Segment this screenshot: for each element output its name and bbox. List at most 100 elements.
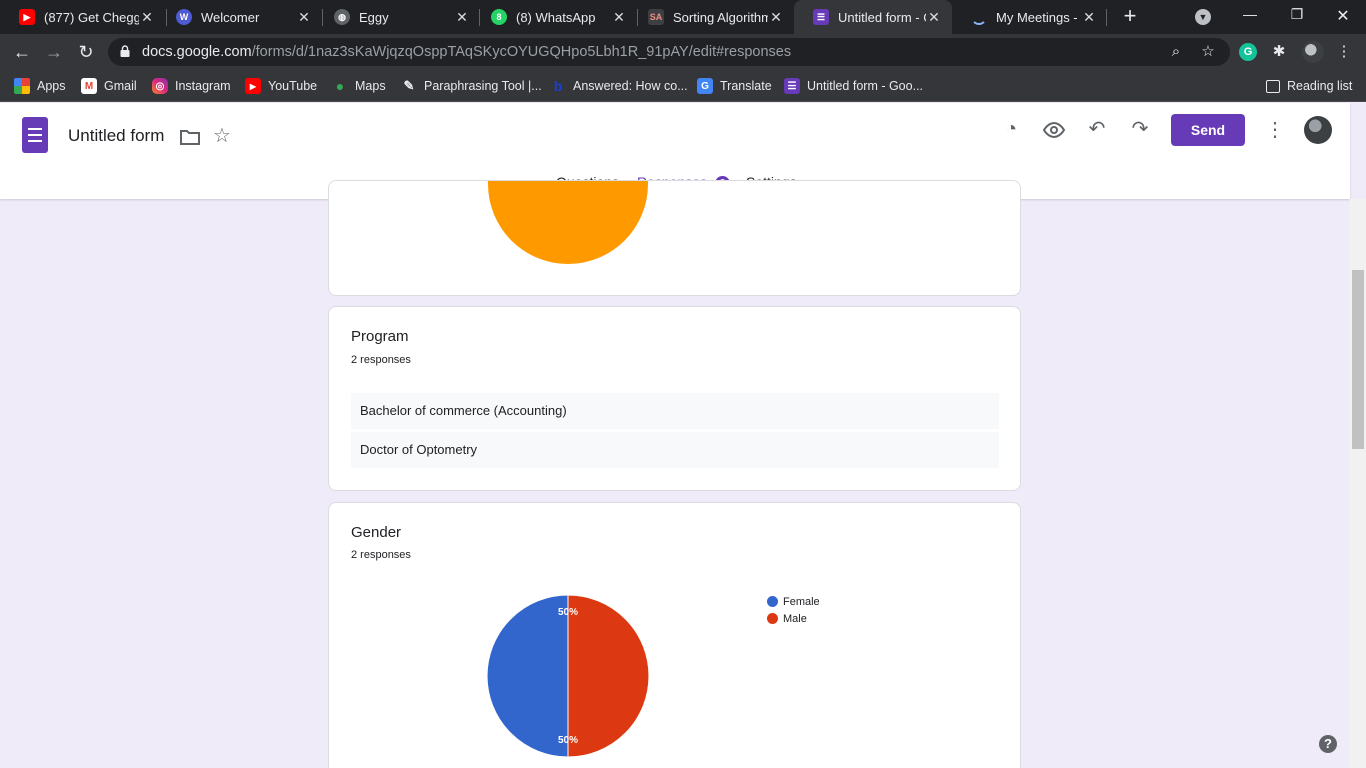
google-forms-icon[interactable] bbox=[22, 117, 48, 153]
close-icon[interactable]: ✕ bbox=[454, 9, 470, 26]
bookmarks-bar: Apps M Gmail ◎ Instagram ▶ YouTube ● Map… bbox=[0, 70, 1366, 102]
browser-tab[interactable]: 8 (8) WhatsApp ✕ bbox=[472, 0, 637, 34]
pie-slice bbox=[488, 181, 648, 264]
chart-legend: Female Male bbox=[767, 593, 820, 627]
browser-tab[interactable]: W Welcomer ✕ bbox=[157, 0, 322, 34]
profile-avatar[interactable] bbox=[1302, 41, 1324, 63]
minimize-button[interactable]: — bbox=[1238, 6, 1262, 22]
close-icon[interactable]: ✕ bbox=[139, 9, 155, 26]
browser-tab[interactable]: SA Sorting Algorithm ✕ bbox=[629, 0, 794, 34]
send-button[interactable]: Send bbox=[1171, 114, 1245, 146]
bartleby-icon: b bbox=[553, 78, 563, 94]
redo-icon[interactable]: ↷ bbox=[1128, 117, 1152, 141]
url-host: docs.google.com bbox=[142, 44, 252, 60]
bookmark-label: Answered: How co... bbox=[573, 79, 688, 93]
response-item: Bachelor of commerce (Accounting) bbox=[351, 393, 999, 429]
bookmark-label: Untitled form - Goo... bbox=[807, 79, 924, 93]
bookmark-star-icon[interactable]: ☆ bbox=[1199, 43, 1217, 61]
translate-icon: G bbox=[697, 78, 713, 94]
help-icon[interactable]: ? bbox=[1319, 735, 1337, 753]
legend-swatch bbox=[767, 613, 778, 624]
browser-tab-active[interactable]: ☰ Untitled form - Go ✕ bbox=[794, 0, 952, 34]
tab-title: (8) WhatsApp bbox=[516, 9, 596, 25]
forward-button[interactable]: → bbox=[43, 41, 65, 63]
bookmark-apps[interactable]: Apps bbox=[14, 76, 66, 96]
gender-card: Gender 2 responses 50% 50% Female Male bbox=[328, 502, 1021, 768]
tab-separator bbox=[1106, 9, 1107, 26]
instagram-icon: ◎ bbox=[152, 78, 168, 94]
bookmark-label: Paraphrasing Tool |... bbox=[424, 79, 542, 93]
bookmark-label: Translate bbox=[720, 79, 772, 93]
menu-icon[interactable]: ⋮ bbox=[1335, 43, 1353, 61]
browser-tab[interactable]: ◍ Eggy ✕ bbox=[315, 0, 480, 34]
whatsapp-icon: 8 bbox=[491, 9, 507, 25]
youtube-icon: ▶ bbox=[245, 78, 261, 94]
tab-title: Eggy bbox=[359, 9, 389, 25]
tab-search-button[interactable]: ▼ bbox=[1195, 9, 1211, 25]
response-item: Doctor of Optometry bbox=[351, 432, 999, 468]
bookmark-label: Gmail bbox=[104, 79, 137, 93]
bookmark-untitled-form[interactable]: ☰ Untitled form - Goo... bbox=[784, 76, 923, 96]
legend-swatch bbox=[767, 596, 778, 607]
extensions-icon[interactable]: ✱ bbox=[1270, 43, 1288, 61]
browser-tab[interactable]: My Meetings - Zo ✕ bbox=[952, 0, 1107, 34]
bookmark-gmail[interactable]: M Gmail bbox=[81, 76, 137, 96]
bookmark-label: YouTube bbox=[268, 79, 318, 93]
bookmark-label: Instagram bbox=[175, 79, 231, 93]
reading-list-button[interactable]: Reading list bbox=[1266, 76, 1352, 96]
undo-icon[interactable]: ↶ bbox=[1085, 117, 1109, 141]
pie-slice-male bbox=[567, 594, 650, 758]
response-count: 2 responses bbox=[351, 549, 411, 561]
reload-button[interactable]: ↻ bbox=[75, 41, 97, 63]
welcomer-icon: W bbox=[176, 9, 192, 25]
pie-data-label-female: 50% bbox=[558, 735, 578, 746]
bookmark-instagram[interactable]: ◎ Instagram bbox=[152, 76, 231, 96]
close-icon[interactable]: ✕ bbox=[768, 9, 784, 26]
bookmark-paraphrasing[interactable]: ✎ Paraphrasing Tool |... bbox=[401, 76, 542, 96]
previous-question-card bbox=[328, 180, 1021, 296]
bookmark-maps[interactable]: ● Maps bbox=[332, 76, 386, 96]
bookmark-label: Apps bbox=[37, 79, 66, 93]
tab-title: Sorting Algorithm bbox=[673, 9, 768, 25]
bookmark-youtube[interactable]: ▶ YouTube bbox=[245, 76, 317, 96]
program-card: Program 2 responses Bachelor of commerce… bbox=[328, 306, 1021, 491]
sorting-icon: SA bbox=[648, 9, 664, 25]
star-icon[interactable]: ☆ bbox=[210, 124, 234, 148]
form-title[interactable]: Untitled form bbox=[68, 126, 164, 146]
grammarly-icon[interactable]: G bbox=[1239, 43, 1257, 61]
close-icon[interactable]: ✕ bbox=[296, 9, 312, 26]
gmail-icon: M bbox=[81, 78, 97, 94]
gender-pie-chart: 50% 50% bbox=[486, 594, 650, 758]
quill-icon: ✎ bbox=[403, 78, 415, 93]
preview-eye-icon[interactable] bbox=[1042, 118, 1066, 142]
question-title: Program bbox=[351, 328, 409, 345]
legend-label: Male bbox=[783, 612, 807, 625]
google-forms-icon: ☰ bbox=[784, 78, 800, 94]
back-button[interactable]: ← bbox=[11, 41, 33, 63]
close-icon[interactable]: ✕ bbox=[926, 9, 942, 26]
url-text: docs.google.com/forms/d/1naz3sKaWjqzqOsp… bbox=[142, 44, 791, 60]
new-tab-button[interactable]: + bbox=[1119, 5, 1141, 28]
account-avatar[interactable] bbox=[1304, 116, 1332, 144]
address-bar[interactable]: docs.google.com/forms/d/1naz3sKaWjqzqOsp… bbox=[108, 38, 1230, 66]
loading-icon bbox=[971, 9, 987, 25]
page-scrollbar[interactable] bbox=[1350, 199, 1366, 768]
globe-icon: ◍ bbox=[334, 9, 350, 25]
close-window-button[interactable]: ✕ bbox=[1331, 6, 1355, 26]
bookmark-translate[interactable]: G Translate bbox=[697, 76, 772, 96]
legend-item-male: Male bbox=[767, 610, 820, 627]
zoom-icon[interactable]: ⌕ bbox=[1167, 43, 1185, 61]
bookmark-bartleby[interactable]: b Answered: How co... bbox=[550, 76, 688, 96]
more-options-icon[interactable]: ⋮ bbox=[1263, 118, 1287, 142]
legend-item-female: Female bbox=[767, 593, 820, 610]
reading-list-label: Reading list bbox=[1287, 79, 1353, 93]
restore-button[interactable]: ❐ bbox=[1285, 6, 1309, 23]
palette-icon[interactable]: ◔ bbox=[999, 117, 1023, 141]
close-icon[interactable]: ✕ bbox=[611, 9, 627, 26]
browser-tab[interactable]: ▶ (877) Get Chegg A ✕ bbox=[0, 0, 165, 34]
close-icon[interactable]: ✕ bbox=[1081, 9, 1097, 26]
tab-title: Welcomer bbox=[201, 9, 260, 25]
youtube-icon: ▶ bbox=[19, 9, 35, 25]
scrollbar-thumb[interactable] bbox=[1352, 270, 1364, 449]
folder-icon[interactable] bbox=[178, 125, 202, 149]
